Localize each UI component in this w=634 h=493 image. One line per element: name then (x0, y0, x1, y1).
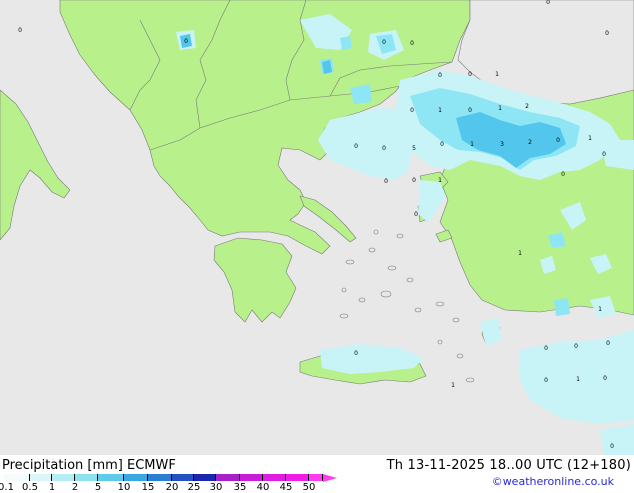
grid-value-label: 0 (410, 107, 414, 114)
legend-tick: 40 (256, 482, 270, 493)
grid-value-label: 1 (438, 177, 442, 184)
grid-value-label: 0 (605, 30, 609, 37)
legend-swatch (75, 474, 98, 481)
grid-value-label: 1 (576, 376, 580, 383)
legend-tick: 1 (48, 482, 56, 493)
grid-value-label: 5 (412, 145, 416, 152)
legend-tick: 20 (165, 482, 179, 493)
grid-value-label: 0 (561, 171, 565, 178)
grid-value-label: 0 (603, 375, 607, 382)
grid-value-label: 0 (384, 178, 388, 185)
grid-value-label: 1 (470, 141, 474, 148)
legend-tick: 25 (187, 482, 201, 493)
grid-value-label: 0 (412, 177, 416, 184)
grid-value-label: 0 (544, 377, 548, 384)
legend-tick: 0.5 (22, 482, 38, 493)
grid-value-label: 3 (500, 141, 504, 148)
map-title: Precipitation [mm] ECMWF (2, 458, 176, 473)
grid-value-label: 0 (414, 211, 418, 218)
grid-value-label: 0 (468, 107, 472, 114)
legend-swatch (240, 474, 263, 481)
legend-swatch (309, 474, 323, 481)
legend-swatch (263, 474, 286, 481)
legend-tick: 15 (141, 482, 155, 493)
legend-swatch (4, 474, 30, 481)
grid-value-label: 1 (518, 250, 522, 257)
legend-tick: 10 (117, 482, 131, 493)
copyright-credit[interactable]: ©weatheronline.co.uk (492, 475, 614, 488)
grid-value-label: 2 (528, 139, 532, 146)
grid-value-label: 1 (438, 107, 442, 114)
grid-value-label: 1 (451, 382, 455, 389)
legend-swatch (124, 474, 148, 481)
grid-value-label: 1 (588, 135, 592, 142)
legend-swatch (286, 474, 309, 481)
grid-value-label: 0 (610, 443, 614, 450)
grid-value-label: 0 (18, 27, 22, 34)
grid-value-label: 2 (525, 103, 529, 110)
grid-value-label: 0 (546, 0, 550, 6)
legend-arrow (323, 473, 337, 482)
grid-value-label: 0 (354, 350, 358, 357)
legend-tick: 0.1 (0, 482, 14, 493)
grid-value-label: 0 (544, 345, 548, 352)
legend-swatch (194, 474, 216, 481)
legend-swatch (98, 474, 124, 481)
weather-map-frame: 0000000010101210051320001000100001001100… (0, 0, 634, 493)
forecast-datetime: Th 13-11-2025 18..00 UTC (12+180) (386, 458, 631, 473)
grid-value-label: 0 (574, 343, 578, 350)
grid-value-label: 0 (410, 40, 414, 47)
grid-value-label: 0 (438, 72, 442, 79)
map-footer: Precipitation [mm] ECMWF Th 13-11-2025 1… (0, 455, 634, 493)
grid-value-label: 0 (468, 71, 472, 78)
legend-swatch (172, 474, 194, 481)
legend-tick: 2 (71, 482, 79, 493)
legend-tick: 35 (233, 482, 247, 493)
grid-value-label: 0 (556, 137, 560, 144)
legend-tick: 30 (209, 482, 223, 493)
legend-tick: 45 (279, 482, 293, 493)
grid-value-label: 0 (382, 145, 386, 152)
grid-value-label: 0 (440, 141, 444, 148)
legend-colorbar (4, 473, 337, 482)
grid-value-label: 0 (606, 340, 610, 347)
grid-value-label: 0 (354, 143, 358, 150)
legend-tick: 5 (94, 482, 102, 493)
precipitation-map: 0 0 0 0 0 0 0 0 1 0 1 0 1 2 1 0 0 5 1 3 2 0 0 0 1 0 0 0 1 0 0 0 0 1 0 0 1 1 0 0 (0, 0, 634, 455)
grid-value-label: 0 (602, 151, 606, 158)
legend-swatch (216, 474, 240, 481)
legend-tick: 50 (302, 482, 316, 493)
grid-value-label: 1 (498, 105, 502, 112)
grid-value-label: 0 (382, 39, 386, 46)
grid-value-label: 1 (495, 71, 499, 78)
legend-swatch (52, 474, 75, 481)
grid-value-label: 0 (184, 38, 188, 45)
legend-swatch (30, 474, 52, 481)
legend-swatch (148, 474, 172, 481)
grid-value-label: 1 (598, 306, 602, 313)
